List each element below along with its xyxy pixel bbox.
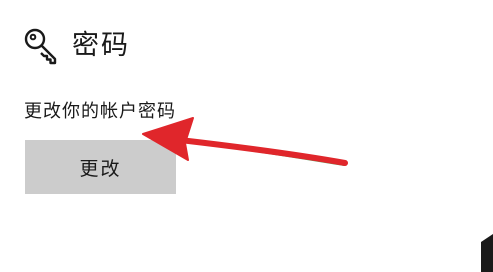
scroll-handle-icon[interactable]: [479, 228, 493, 272]
change-password-description: 更改你的帐户密码: [24, 101, 176, 122]
change-password-button[interactable]: 更改: [25, 140, 176, 194]
section-title: 密码: [72, 30, 130, 61]
password-section-header: 密码: [22, 26, 130, 66]
password-settings-page: 密码 更改你的帐户密码 更改: [0, 0, 493, 272]
key-icon: [22, 26, 62, 66]
